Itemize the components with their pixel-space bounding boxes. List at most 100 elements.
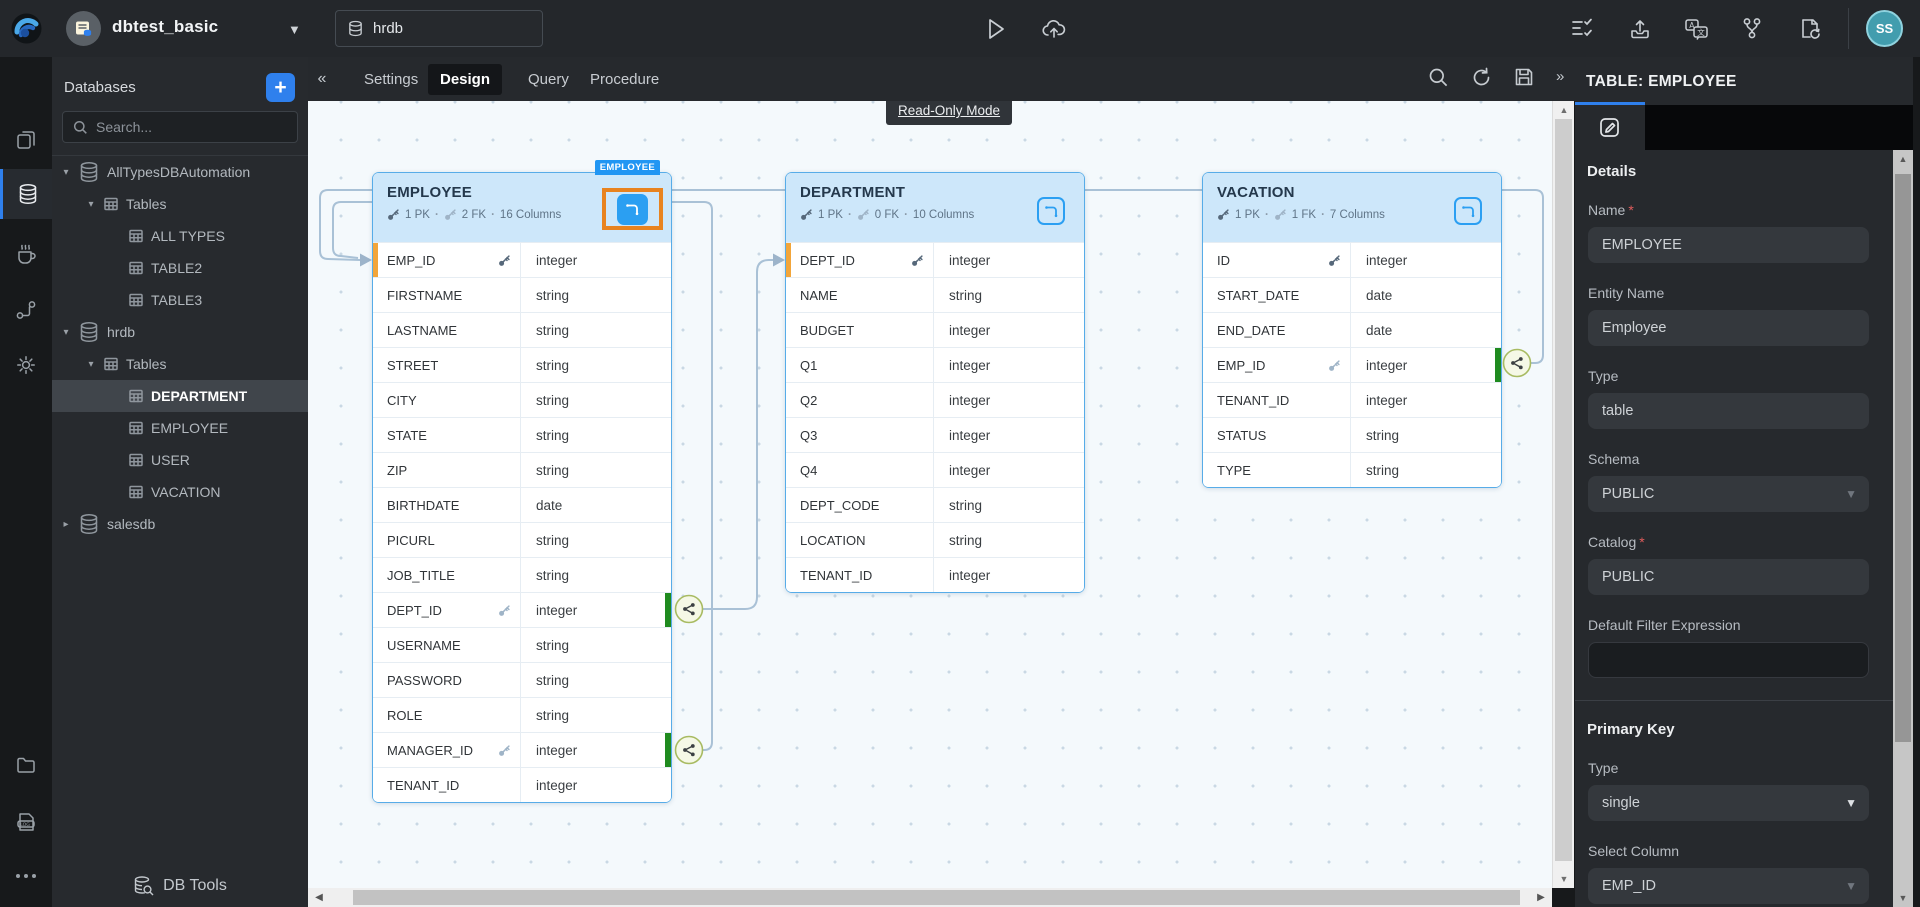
rail-item-coffee[interactable] [0,229,52,279]
column-row-emp_id[interactable]: EMP_IDinteger [373,242,671,277]
column-row-dept_code[interactable]: DEPT_CODEstring [786,487,1084,522]
column-row-tenant_id[interactable]: TENANT_IDinteger [373,767,671,802]
app-logo-icon[interactable] [10,12,43,45]
tree-item-vacation[interactable]: VACATION [52,476,308,508]
add-database-button[interactable]: + [266,73,295,102]
search-input[interactable] [96,119,276,135]
column-row-tenant_id[interactable]: TENANT_IDinteger [786,557,1084,592]
tree-chevron-icon[interactable]: ▾ [60,327,72,338]
column-row-name[interactable]: NAMEstring [786,277,1084,312]
cloud-upload-icon[interactable] [1040,15,1068,43]
tree-item-table3[interactable]: TABLE3 [52,284,308,316]
table-card-employee[interactable]: EMPLOYEEEMPLOYEE1 PK·2 FK·16 ColumnsEMP_… [372,172,672,803]
tree-item-hrdb[interactable]: ▾hrdb [52,316,308,348]
column-row-status[interactable]: STATUSstring [1203,417,1501,452]
column-row-zip[interactable]: ZIPstring [373,452,671,487]
select-column-select[interactable]: EMP_ID▼ [1588,868,1869,904]
column-row-password[interactable]: PASSWORDstring [373,662,671,697]
relations-button[interactable] [1037,197,1065,225]
type-select[interactable]: single▼ [1588,785,1869,821]
canvas-vertical-scrollbar[interactable]: ▲ ▼ [1552,101,1574,888]
column-row-q2[interactable]: Q2integer [786,382,1084,417]
table-card-header[interactable]: EMPLOYEEEMPLOYEE1 PK·2 FK·16 Columns [373,173,671,242]
column-row-tenant_id[interactable]: TENANT_IDinteger [1203,382,1501,417]
sidebar-search[interactable] [62,111,298,143]
rail-item-gear[interactable] [0,340,52,390]
entity-name-input[interactable]: Employee [1588,310,1869,346]
scroll-down-icon[interactable]: ▼ [1553,871,1575,887]
column-row-dept_id[interactable]: DEPT_IDinteger [373,592,671,627]
tree-chevron-icon[interactable]: ▾ [85,199,97,210]
rail-item-database[interactable] [0,169,52,219]
rail-item-log[interactable]: LOG [0,797,52,847]
tab-design[interactable]: Design [428,64,502,95]
tree-item-user[interactable]: USER [52,444,308,476]
tree-item-department[interactable]: DEPARTMENT [52,380,308,412]
column-row-q4[interactable]: Q4integer [786,452,1084,487]
rail-item-flow[interactable] [0,285,52,335]
scroll-left-icon[interactable]: ◀ [310,888,328,907]
name-input[interactable]: EMPLOYEE [1588,227,1869,263]
tree-item-employee[interactable]: EMPLOYEE [52,412,308,444]
column-row-budget[interactable]: BUDGETinteger [786,312,1084,347]
tree-item-salesdb[interactable]: ▸salesdb [52,508,308,540]
scroll-up-icon[interactable]: ▲ [1553,102,1575,118]
collapse-sidebar-icon[interactable]: « [310,66,334,92]
panel-scrollbar[interactable]: ▲ ▼ [1893,150,1913,907]
column-row-manager_id[interactable]: MANAGER_IDinteger [373,732,671,767]
rail-item-more[interactable] [0,851,52,901]
column-row-start_date[interactable]: START_DATEdate [1203,277,1501,312]
column-row-lastname[interactable]: LASTNAMEstring [373,312,671,347]
workspace-name[interactable]: dbtest_basic [112,17,218,37]
share-icon[interactable] [1738,15,1766,43]
column-row-id[interactable]: IDinteger [1203,242,1501,277]
default-filter-expression-input[interactable] [1588,642,1869,678]
panel-scroll-thumb[interactable] [1895,174,1911,742]
column-row-job_title[interactable]: JOB_TITLEstring [373,557,671,592]
column-row-street[interactable]: STREETstring [373,347,671,382]
tree-item-table2[interactable]: TABLE2 [52,252,308,284]
deploy-icon[interactable] [1626,15,1654,43]
relations-button[interactable] [1454,197,1482,225]
doc-sync-icon[interactable] [1796,15,1824,43]
rail-item-pages[interactable] [0,115,52,165]
column-row-q3[interactable]: Q3integer [786,417,1084,452]
panel-scroll-up-icon[interactable]: ▲ [1893,152,1913,166]
column-row-birthdate[interactable]: BIRTHDATEdate [373,487,671,522]
column-row-role[interactable]: ROLEstring [373,697,671,732]
translate-icon[interactable]: A 文 [1682,15,1710,43]
catalog-input[interactable]: PUBLIC [1588,559,1869,595]
tab-query[interactable]: Query [516,64,581,95]
table-card-header[interactable]: VACATION1 PK·1 FK·7 Columns [1203,173,1501,242]
tab-procedure[interactable]: Procedure [578,64,671,95]
expand-panel-icon[interactable]: » [1556,68,1564,88]
tab-settings[interactable]: Settings [352,64,430,95]
connection-selector[interactable]: hrdb [335,10,543,47]
horizontal-scroll-thumb[interactable] [353,890,1520,905]
type-input[interactable]: table [1588,393,1869,429]
table-card-vacation[interactable]: VACATION1 PK·1 FK·7 ColumnsIDintegerSTAR… [1202,172,1502,488]
diagram-canvas[interactable]: EMPLOYEEEMPLOYEE1 PK·2 FK·16 ColumnsEMP_… [308,101,1552,888]
rail-item-folder[interactable] [0,740,52,790]
column-row-state[interactable]: STATEstring [373,417,671,452]
tree-item-tables[interactable]: ▾Tables [52,188,308,220]
workspace-avatar[interactable] [66,11,101,46]
tree-item-all-types[interactable]: ALL TYPES [52,220,308,252]
column-row-picurl[interactable]: PICURLstring [373,522,671,557]
workspace-chevron-down-icon[interactable]: ▼ [288,22,301,37]
tree-chevron-icon[interactable]: ▸ [60,519,72,530]
column-row-q1[interactable]: Q1integer [786,347,1084,382]
table-card-header[interactable]: DEPARTMENT1 PK·0 FK·10 Columns [786,173,1084,242]
db-tools-button[interactable]: DB Tools [52,869,308,903]
column-row-username[interactable]: USERNAMEstring [373,627,671,662]
tree-item-tables[interactable]: ▾Tables [52,348,308,380]
refresh-icon[interactable] [1471,67,1492,88]
canvas-horizontal-scrollbar[interactable]: ◀ ▶ [308,888,1552,907]
column-row-type[interactable]: TYPEstring [1203,452,1501,487]
panel-scroll-down-icon[interactable]: ▼ [1893,891,1913,905]
column-row-dept_id[interactable]: DEPT_IDinteger [786,242,1084,277]
vertical-scroll-thumb[interactable] [1555,119,1572,861]
schema-select[interactable]: PUBLIC▼ [1588,476,1869,512]
column-row-emp_id[interactable]: EMP_IDinteger [1203,347,1501,382]
column-row-location[interactable]: LOCATIONstring [786,522,1084,557]
